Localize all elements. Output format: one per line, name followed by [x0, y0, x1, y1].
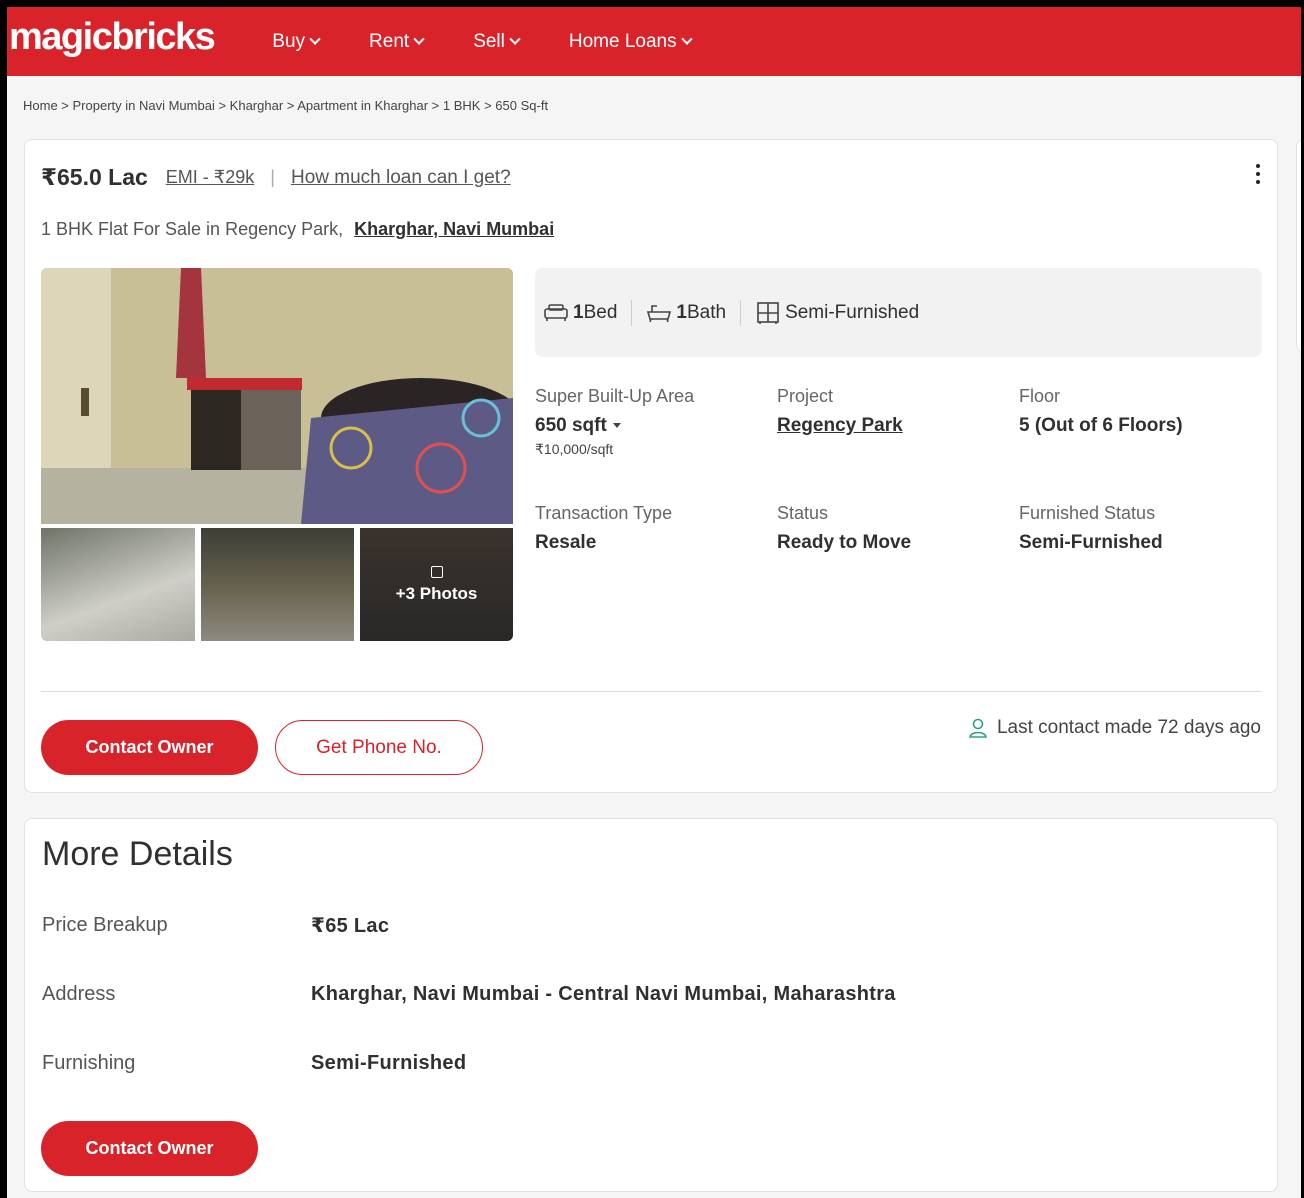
- more-details-title: More Details: [42, 835, 233, 873]
- divider: [740, 299, 742, 326]
- more-details-card: More Details Price Breakup ₹65 Lac Addre…: [24, 818, 1278, 1192]
- loan-eligibility-link[interactable]: How much loan can I get?: [291, 167, 511, 189]
- furnished-value: Semi-Furnished: [1019, 532, 1163, 553]
- nav-rent[interactable]: Rent: [369, 30, 425, 53]
- breadcrumb-home[interactable]: Home: [23, 98, 58, 113]
- spec-transaction: Transaction Type Resale: [535, 503, 765, 554]
- last-contact-text: Last contact made 72 days ago: [996, 717, 1261, 738]
- spec-project: Project Regency Park: [777, 386, 1007, 437]
- breadcrumb-bhk[interactable]: 1 BHK: [443, 98, 481, 113]
- wardrobe-icon: [757, 301, 779, 324]
- breadcrumb-locality[interactable]: Kharghar: [230, 98, 283, 113]
- chevron-down-icon: [509, 33, 521, 45]
- breadcrumb-type[interactable]: Apartment in Kharghar: [297, 98, 428, 113]
- last-contact-info: Last contact made 72 days ago: [967, 717, 1261, 739]
- breadcrumb: Home > Property in Navi Mumbai > Khargha…: [23, 98, 549, 113]
- listing-subtitle-text: 1 BHK Flat For Sale in Regency Park,: [41, 219, 344, 239]
- detail-row-address: Address Kharghar, Navi Mumbai - Central …: [42, 983, 896, 1006]
- more-photos-thumbnail[interactable]: +3 Photos: [360, 528, 513, 641]
- area-label: Super Built-Up Area: [535, 386, 695, 406]
- emi-link[interactable]: EMI - ₹29k: [166, 167, 254, 188]
- spec-area: Super Built-Up Area 650 sqft ₹10,000/sqf…: [535, 386, 765, 458]
- status-value: Ready to Move: [777, 532, 912, 553]
- furnishing-info: Semi-Furnished: [755, 301, 933, 325]
- detail-key: Price Breakup: [42, 914, 168, 936]
- detail-value: Semi-Furnished: [311, 1052, 467, 1074]
- chevron-down-icon: [413, 33, 425, 45]
- nav-buy[interactable]: Buy: [272, 30, 321, 53]
- chevron-down-icon: [680, 33, 693, 45]
- spec-floor: Floor 5 (Out of 6 Floors): [1019, 386, 1249, 437]
- project-link[interactable]: Regency Park: [777, 415, 1007, 437]
- furnished-label: Furnished Status: [1019, 503, 1156, 523]
- main-property-photo[interactable]: [41, 268, 513, 524]
- top-navigation-bar: magicbricks Buy Rent Sell Home Loans: [7, 7, 1301, 76]
- contact-owner-button-secondary[interactable]: Contact Owner: [41, 1121, 258, 1176]
- bath-count-value: 1: [676, 301, 687, 323]
- nav-home-loans[interactable]: Home Loans: [568, 30, 693, 53]
- nav-buy-label: Buy: [272, 30, 306, 52]
- main-nav: Buy Rent Sell Home Loans: [272, 31, 740, 53]
- area-value[interactable]: 650 sqft: [535, 415, 765, 437]
- get-phone-button[interactable]: Get Phone No.: [275, 720, 483, 775]
- magicbricks-logo[interactable]: magicbricks: [9, 16, 216, 59]
- more-photos-overlay: +3 Photos: [360, 528, 513, 641]
- spec-furnished: Furnished Status Semi-Furnished: [1019, 503, 1249, 554]
- divider: |: [270, 167, 275, 187]
- gallery-icon: [430, 565, 443, 578]
- breadcrumb-area: 650 Sq-ft: [495, 98, 549, 113]
- location-link[interactable]: Kharghar, Navi Mumbai: [354, 219, 554, 239]
- detail-key: Furnishing: [42, 1052, 136, 1074]
- furnishing-label: Semi-Furnished: [785, 301, 920, 323]
- nav-sell-label: Sell: [473, 30, 505, 52]
- detail-row-furnishing: Furnishing Semi-Furnished: [42, 1052, 466, 1075]
- side-panel-edge: [1296, 139, 1304, 353]
- area-value-text: 650 sqft: [535, 415, 607, 436]
- project-label: Project: [777, 386, 834, 406]
- caret-down-icon: [612, 423, 621, 429]
- divider: [41, 691, 1262, 692]
- detail-row-price: Price Breakup ₹65 Lac: [42, 913, 389, 938]
- amenities-bar: 1 Bed 1 Bath Semi-Furnished: [535, 268, 1262, 357]
- breadcrumb-city[interactable]: Property in Navi Mumbai: [73, 98, 215, 113]
- nav-sell[interactable]: Sell: [473, 30, 521, 53]
- property-thumbnail-2[interactable]: [201, 528, 354, 641]
- listing-subtitle: 1 BHK Flat For Sale in Regency Park, Kha…: [41, 219, 554, 240]
- nav-rent-label: Rent: [369, 30, 410, 52]
- area-rate: ₹10,000/sqft: [535, 441, 614, 457]
- user-icon: [968, 718, 987, 738]
- bed-label: Bed: [583, 301, 618, 323]
- transaction-value: Resale: [535, 532, 597, 553]
- bathtub-icon: [647, 304, 672, 322]
- listing-card: ₹65.0 Lac EMI - ₹29k | How much loan can…: [24, 139, 1278, 793]
- contact-owner-button[interactable]: Contact Owner: [41, 720, 258, 775]
- more-photos-label: +3 Photos: [395, 583, 478, 603]
- listing-price: ₹65.0 Lac: [41, 164, 148, 190]
- status-label: Status: [777, 503, 829, 523]
- bedroom-photo-illustration: [41, 268, 513, 524]
- nav-home-loans-label: Home Loans: [568, 30, 677, 52]
- bathroom-count: 1 Bath: [646, 302, 740, 324]
- floor-label: Floor: [1019, 386, 1061, 406]
- more-options-icon[interactable]: [1253, 164, 1263, 190]
- detail-key: Address: [42, 983, 116, 1005]
- detail-value: Kharghar, Navi Mumbai - Central Navi Mum…: [311, 983, 896, 1005]
- floor-value: 5 (Out of 6 Floors): [1019, 415, 1183, 436]
- bedroom-count: 1 Bed: [543, 302, 631, 324]
- bed-count-value: 1: [573, 301, 584, 323]
- bath-label: Bath: [686, 301, 727, 323]
- chevron-down-icon: [309, 33, 321, 45]
- divider: [631, 299, 633, 326]
- property-thumbnail-1[interactable]: [41, 528, 195, 641]
- spec-status: Status Ready to Move: [777, 503, 1007, 554]
- price-row: ₹65.0 Lac EMI - ₹29k | How much loan can…: [41, 164, 511, 191]
- bed-icon: [544, 303, 568, 321]
- detail-value: ₹65 Lac: [311, 915, 390, 937]
- transaction-label: Transaction Type: [535, 503, 673, 523]
